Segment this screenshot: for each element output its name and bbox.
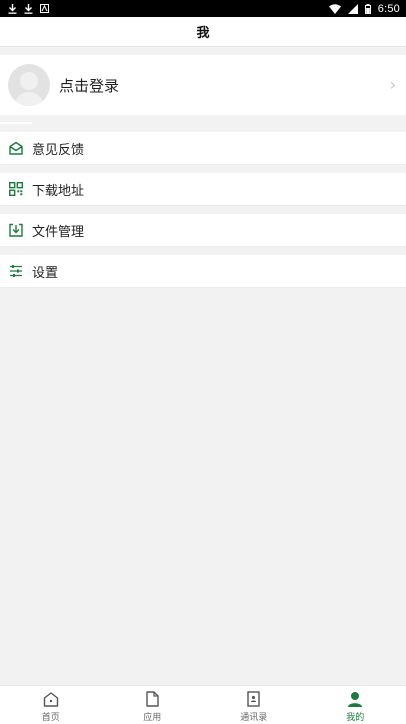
menu-item-file-manager[interactable]: 文件管理: [0, 214, 406, 247]
feedback-mail-icon: [8, 140, 24, 156]
document-icon: [143, 690, 161, 708]
bottom-tab-bar: 首页 应用 通讯录 我的: [0, 685, 406, 724]
page-title: 我: [196, 22, 209, 41]
settings-sliders-icon: [8, 263, 24, 279]
menu-item-feedback[interactable]: 意见反馈: [0, 132, 406, 165]
qrcode-icon: [8, 181, 24, 197]
status-notifications: [8, 4, 49, 14]
tab-contacts[interactable]: 通讯录: [203, 686, 305, 724]
menu-item-label: 下载地址: [32, 180, 84, 199]
battery-icon: [365, 4, 371, 14]
status-time: 6:50: [378, 3, 400, 15]
menu-item-download-address[interactable]: 下载地址: [0, 173, 406, 206]
menu-item-label: 意见反馈: [32, 139, 84, 158]
wifi-icon: [329, 4, 341, 14]
contacts-book-icon: [245, 690, 263, 708]
menu-item-label: 设置: [32, 262, 58, 281]
login-card[interactable]: 点击登录 ›: [0, 55, 406, 115]
menu-item-label: 文件管理: [32, 221, 84, 240]
status-bar: 6:50: [0, 0, 406, 17]
menu-item-settings[interactable]: 设置: [0, 255, 406, 288]
download-notification-icon: [24, 4, 33, 14]
tab-me[interactable]: 我的: [305, 686, 406, 724]
tab-label: 首页: [42, 710, 60, 723]
app-notification-icon: [40, 4, 49, 13]
tab-label: 我的: [346, 710, 364, 723]
login-label: 点击登录: [59, 75, 119, 96]
avatar: [8, 64, 50, 106]
title-bar: 我: [0, 17, 406, 47]
signal-icon: [348, 4, 358, 14]
home-icon: [42, 690, 60, 708]
user-icon: [346, 690, 364, 708]
tab-label: 通讯录: [240, 710, 267, 723]
chevron-right-icon: ›: [390, 75, 396, 94]
tab-apps[interactable]: 应用: [102, 686, 204, 724]
tab-home[interactable]: 首页: [0, 686, 102, 724]
download-notification-icon: [8, 4, 17, 14]
status-system: 6:50: [329, 3, 400, 15]
download-box-icon: [8, 222, 24, 238]
tab-label: 应用: [143, 710, 161, 723]
divider: [0, 122, 32, 124]
